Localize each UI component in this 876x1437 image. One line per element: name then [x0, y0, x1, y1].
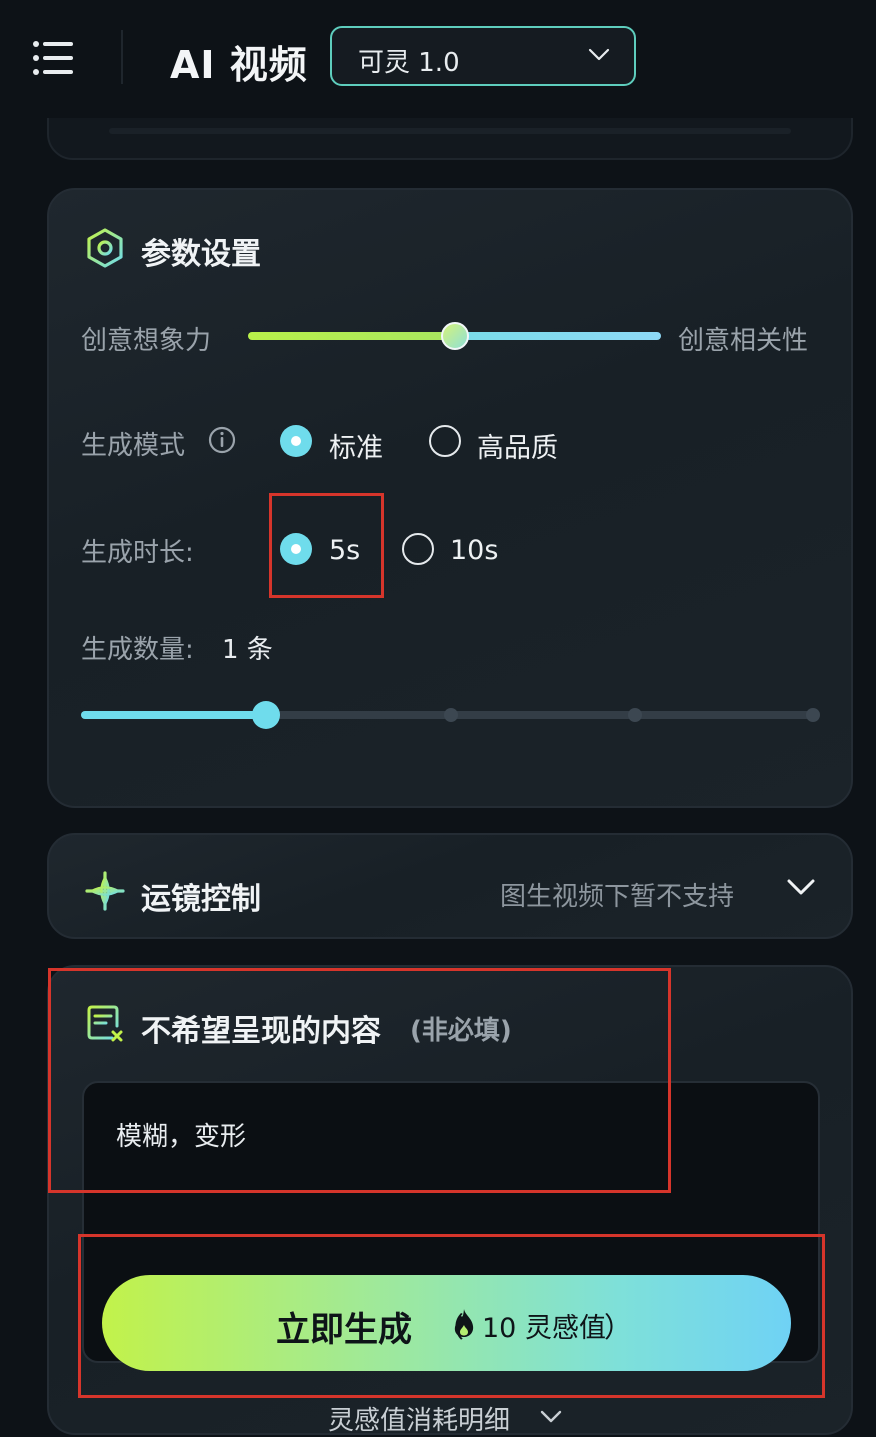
- cost-details-link[interactable]: 灵感值消耗明细: [328, 1400, 510, 1437]
- mode-standard-radio[interactable]: [280, 425, 312, 457]
- camera-control-title: 运镜控制: [141, 882, 261, 917]
- page-title: AI 视频: [170, 43, 308, 87]
- highlight-box-duration: [269, 493, 384, 598]
- mode-label: 生成模式: [81, 431, 186, 461]
- duration-label: 生成时长:: [81, 538, 194, 568]
- chevron-down-icon[interactable]: [786, 878, 816, 898]
- count-slider-tick[interactable]: [444, 708, 458, 722]
- hexagon-settings-icon: [87, 228, 123, 268]
- mode-standard-label[interactable]: 标准: [329, 426, 383, 465]
- mode-high-quality-label[interactable]: 高品质: [477, 426, 558, 465]
- count-value: 1 条: [222, 635, 273, 665]
- menu-icon[interactable]: [32, 38, 76, 78]
- count-slider-tick[interactable]: [628, 708, 642, 722]
- highlight-box-negative-prompt: [48, 968, 671, 1193]
- model-select[interactable]: 可灵 1.0: [330, 26, 636, 86]
- highlight-box-generate: [78, 1234, 825, 1398]
- duration-10s-label[interactable]: 10s: [450, 535, 498, 566]
- mode-high-quality-radio[interactable]: [429, 425, 461, 457]
- duration-10s-radio[interactable]: [402, 533, 434, 565]
- creativity-slider-handle[interactable]: [441, 322, 469, 350]
- header-divider: [121, 30, 123, 84]
- count-slider-fill: [81, 711, 266, 719]
- chevron-down-icon: [588, 48, 610, 61]
- creativity-left-label: 创意想象力: [81, 326, 212, 356]
- camera-move-icon: [85, 871, 125, 911]
- count-slider-handle[interactable]: [252, 701, 280, 729]
- creativity-slider-track-right[interactable]: [455, 332, 661, 340]
- count-slider-tick[interactable]: [806, 708, 820, 722]
- count-label: 生成数量:: [81, 635, 194, 665]
- chevron-down-icon[interactable]: [540, 1410, 562, 1424]
- camera-control-note: 图生视频下暂不支持: [500, 882, 735, 912]
- creativity-slider-track-left[interactable]: [248, 332, 455, 340]
- params-title: 参数设置: [141, 237, 261, 272]
- creativity-right-label: 创意相关性: [678, 326, 809, 356]
- model-select-value: 可灵 1.0: [358, 48, 460, 78]
- info-icon[interactable]: [208, 426, 236, 454]
- app-header: AI 视频 可灵 1.0: [0, 0, 876, 118]
